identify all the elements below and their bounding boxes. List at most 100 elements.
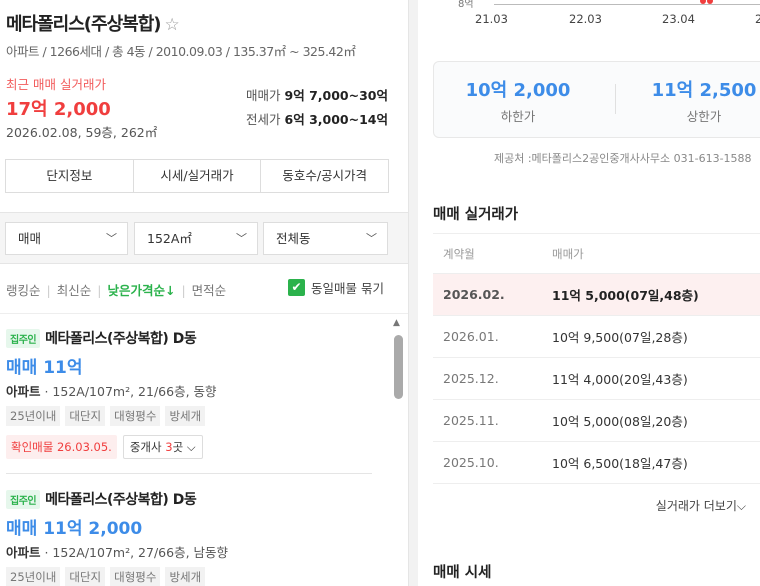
sale-range-value: 9억 7,000~30억 bbox=[284, 88, 388, 103]
area-select[interactable]: 152A㎡ ﹀ bbox=[134, 222, 258, 255]
high-price-value: 11억 2,500 bbox=[651, 80, 757, 101]
cell-price: 10억 9,500(07일,28층) bbox=[552, 330, 688, 345]
table-row[interactable]: 2026.02. 11억 5,000(07일,48층) bbox=[433, 274, 760, 316]
listing-spec: · 152A/107m², 21/66층, 동향 bbox=[40, 384, 217, 399]
bundle-same-listings[interactable]: ✔ 동일매물 묶기 bbox=[288, 278, 384, 297]
table-row[interactable]: 2025.12. 11억 4,000(20일,43층) bbox=[433, 358, 760, 400]
owner-badge: 집주인 bbox=[6, 328, 41, 348]
tab-market-price[interactable]: 시세/실거래가 bbox=[134, 160, 262, 192]
tab-unit-price[interactable]: 동호수/공시가격 bbox=[261, 160, 388, 192]
agents-dropdown[interactable]: 중개사 3곳 ⌵ bbox=[122, 435, 203, 459]
cell-price: 11억 4,000(20일,43층) bbox=[552, 372, 688, 387]
sort-low-price[interactable]: 낮은가격순↓ bbox=[107, 283, 175, 298]
complex-title: 메타폴리스(주상복합) ☆ bbox=[6, 10, 180, 36]
chevron-down-icon: ﹀ bbox=[236, 232, 247, 245]
price-panel: 8억 21.03 22.03 23.04 2 10억 2,000 하한가 11억 … bbox=[418, 0, 760, 586]
more-deals-link[interactable]: 실거래가 더보기⌵ bbox=[656, 497, 746, 514]
sale-range-label: 매매가 bbox=[246, 88, 281, 103]
listing-type: 아파트 bbox=[6, 545, 41, 560]
agent-count: 3 bbox=[165, 440, 173, 454]
cell-month: 2026.01. bbox=[443, 329, 499, 344]
tag: 대단지 bbox=[65, 406, 106, 426]
cell-price: 10억 6,500(18일,47층) bbox=[552, 456, 688, 471]
deals-title: 매매 실거래가 bbox=[433, 207, 519, 223]
x-tick-label: 22.03 bbox=[569, 12, 602, 26]
scrollbar-thumb[interactable] bbox=[394, 335, 403, 399]
tag: 대단지 bbox=[65, 567, 106, 586]
jeonse-range-value: 6억 3,000~14억 bbox=[284, 112, 388, 127]
area-value: 152A㎡ bbox=[147, 231, 192, 246]
sort-area[interactable]: 면적순 bbox=[192, 283, 227, 298]
cell-month: 2026.02. bbox=[443, 287, 505, 302]
table-row[interactable]: 2026.01. 10억 9,500(07일,28층) bbox=[433, 316, 760, 358]
chevron-down-icon: ﹀ bbox=[106, 232, 117, 245]
y-tick-label: 8억 bbox=[458, 0, 474, 10]
listing-tags: 25년이내 대단지 대형평수 방세개 bbox=[6, 567, 372, 586]
listing-list: 집주인 메타폴리스(주상복합) D동 매매 11억 아파트 · 152A/107m… bbox=[0, 313, 408, 586]
sort-latest[interactable]: 최신순 bbox=[57, 283, 92, 298]
tag: 대형평수 bbox=[110, 406, 161, 426]
recent-deal-label: 최근 매매 실거래가 bbox=[6, 77, 106, 92]
price-chart: 8억 21.03 22.03 23.04 2 bbox=[418, 0, 760, 30]
x-axis-line bbox=[494, 4, 760, 5]
cell-month: 2025.10. bbox=[443, 455, 499, 470]
deals-table: 계약월 매매가 2026.02. 11억 5,000(07일,48층) 2026.0… bbox=[433, 233, 760, 484]
complex-tabs: 단지정보 시세/실거래가 동호수/공시가격 bbox=[5, 159, 389, 193]
jeonse-range-label: 전세가 bbox=[246, 112, 281, 127]
listing-tags: 25년이내 대단지 대형평수 방세개 bbox=[6, 406, 372, 426]
tag: 방세개 bbox=[165, 406, 206, 426]
table-header: 계약월 매매가 bbox=[433, 234, 760, 274]
header-price: 매매가 bbox=[552, 246, 584, 261]
x-tick-label: 21.03 bbox=[475, 12, 508, 26]
listing-item[interactable]: 집주인 메타폴리스(주상복합) D동 매매 11억 2,000 아파트 · 152… bbox=[6, 489, 372, 586]
listing-desc: 아파트 · 152A/107m², 27/66층, 남동향 bbox=[6, 542, 372, 561]
price-range-box: 10억 2,000 하한가 11억 2,500 상한가 bbox=[433, 61, 760, 138]
agent-label: 중개사 bbox=[129, 440, 166, 454]
trade-type-value: 매매 bbox=[18, 231, 42, 246]
table-row[interactable]: 2025.11. 10억 5,000(08일,20층) bbox=[433, 400, 760, 442]
recent-deal-detail: 2026.02.08, 59층, 262㎡ bbox=[6, 125, 158, 140]
complex-name: 메타폴리스(주상복합) bbox=[6, 14, 161, 35]
listing-name: 메타폴리스(주상복합) D동 bbox=[45, 492, 197, 508]
high-price-label: 상한가 bbox=[686, 109, 722, 124]
tab-complex-info[interactable]: 단지정보 bbox=[6, 160, 134, 192]
divider bbox=[6, 473, 372, 474]
complex-panel: 메타폴리스(주상복합) ☆ 아파트 / 1266세대 / 총 4동 / 2010.… bbox=[0, 0, 408, 586]
sale-range: 매매가 9억 7,000~30억 bbox=[246, 85, 388, 104]
cell-price: 11억 5,000(07일,48층) bbox=[552, 288, 699, 303]
tag: 25년이내 bbox=[6, 406, 61, 426]
building-select[interactable]: 전체동 ﹀ bbox=[263, 222, 388, 255]
cell-price: 10억 5,000(08일,20층) bbox=[552, 414, 688, 429]
checkbox-checked-icon[interactable]: ✔ bbox=[288, 279, 305, 296]
chevron-down-icon: ﹀ bbox=[366, 232, 377, 245]
bundle-label: 동일매물 묶기 bbox=[311, 281, 384, 296]
agent-suffix: 곳 ⌵ bbox=[172, 440, 196, 454]
high-price: 11억 2,500 상한가 bbox=[629, 76, 760, 125]
low-price-label: 하한가 bbox=[500, 109, 536, 124]
provider-info: 제공처 :메타폴리스2공인중개사사무소 031-613-1588 bbox=[494, 152, 752, 165]
table-row[interactable]: 2025.10. 10억 6,500(18일,47층) bbox=[433, 442, 760, 484]
trade-type-select[interactable]: 매매 ﹀ bbox=[5, 222, 128, 255]
separator bbox=[615, 84, 616, 114]
listing-item[interactable]: 집주인 메타폴리스(주상복합) D동 매매 11억 아파트 · 152A/107m… bbox=[6, 328, 372, 459]
x-tick-label: 23.04 bbox=[662, 12, 695, 26]
listing-spec: · 152A/107m², 27/66층, 남동향 bbox=[40, 545, 229, 560]
listing-price: 매매 11억 2,000 bbox=[6, 519, 143, 539]
low-price-value: 10억 2,000 bbox=[465, 80, 571, 101]
star-icon[interactable]: ☆ bbox=[165, 15, 180, 35]
cell-month: 2025.11. bbox=[443, 413, 499, 428]
tag: 대형평수 bbox=[110, 567, 161, 586]
cell-month: 2025.12. bbox=[443, 371, 499, 386]
tag: 25년이내 bbox=[6, 567, 61, 586]
jeonse-range: 전세가 6억 3,000~14억 bbox=[246, 109, 388, 128]
sort-ranking[interactable]: 랭킹순 bbox=[6, 283, 41, 298]
listing-desc: 아파트 · 152A/107m², 21/66층, 동향 bbox=[6, 381, 372, 400]
scroll-up-icon[interactable]: ▲ bbox=[393, 318, 400, 328]
building-value: 전체동 bbox=[276, 231, 311, 246]
filter-bar: 매매 ﹀ 152A㎡ ﹀ 전체동 ﹀ bbox=[0, 212, 408, 264]
complex-meta: 아파트 / 1266세대 / 총 4동 / 2010.09.03 / 135.3… bbox=[6, 44, 356, 59]
panel-divider bbox=[408, 0, 418, 586]
sort-options: 랭킹순 | 최신순 | 낮은가격순↓ | 면적순 bbox=[6, 283, 227, 298]
tag: 방세개 bbox=[165, 567, 206, 586]
listing-type: 아파트 bbox=[6, 384, 41, 399]
